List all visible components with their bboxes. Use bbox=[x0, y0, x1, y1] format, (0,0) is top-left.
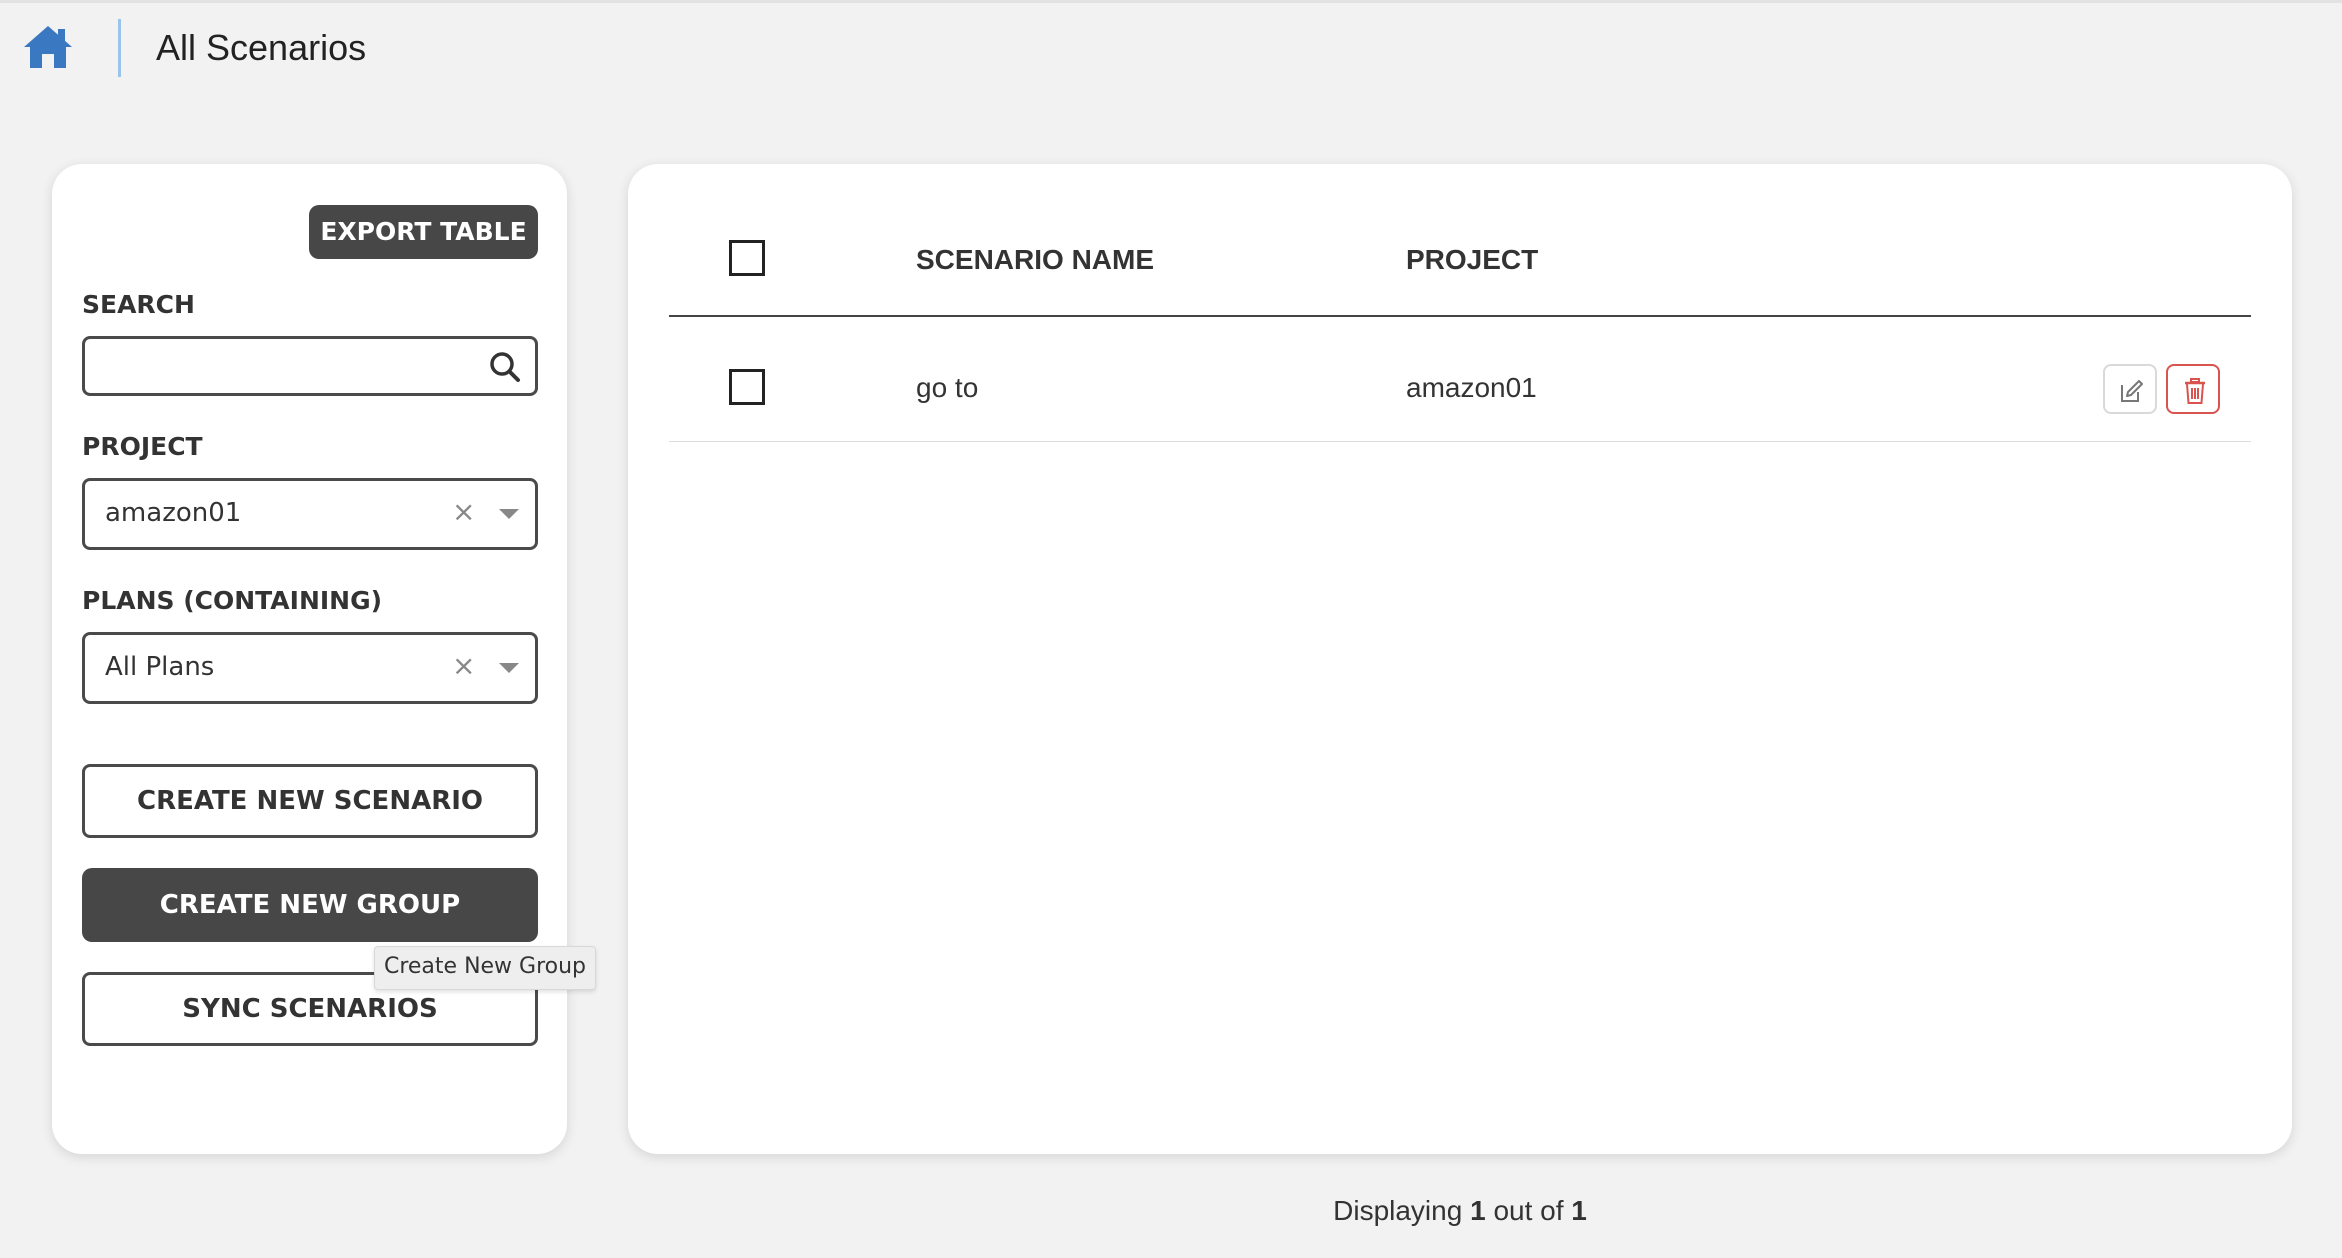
scenario-name-cell[interactable]: go to bbox=[916, 372, 978, 404]
pagination-prefix: Displaying bbox=[1333, 1195, 1463, 1226]
home-icon[interactable] bbox=[22, 23, 74, 71]
search-icon[interactable] bbox=[489, 351, 521, 383]
project-cell: amazon01 bbox=[1406, 372, 1537, 403]
project-chevron-down-icon[interactable] bbox=[499, 509, 519, 519]
column-header-project[interactable]: PROJECT bbox=[1406, 244, 1538, 276]
search-label: SEARCH bbox=[82, 290, 195, 319]
project-select-value: amazon01 bbox=[105, 498, 242, 528]
scenarios-table-panel: SCENARIO NAME PROJECT go to amazon01 bbox=[628, 164, 2292, 1154]
plans-clear-icon[interactable]: × bbox=[452, 649, 475, 682]
column-header-scenario-name[interactable]: SCENARIO NAME bbox=[916, 244, 1154, 276]
table-row-divider bbox=[669, 441, 2251, 442]
delete-icon bbox=[2185, 378, 2205, 404]
pagination-middle: out of bbox=[1493, 1195, 1564, 1226]
filter-panel: EXPORT TABLE SEARCH PROJECT amazon01 × P… bbox=[52, 164, 596, 1154]
export-table-button[interactable]: EXPORT TABLE bbox=[309, 205, 538, 259]
plans-label: PLANS (CONTAINING) bbox=[82, 586, 383, 615]
search-input[interactable] bbox=[95, 347, 479, 387]
select-all-checkbox[interactable] bbox=[729, 240, 765, 276]
header-divider bbox=[118, 19, 121, 77]
create-new-scenario-button[interactable]: CREATE NEW SCENARIO bbox=[82, 764, 538, 838]
pagination-shown-count: 1 bbox=[1470, 1195, 1486, 1226]
project-label: PROJECT bbox=[82, 432, 203, 461]
row-checkbox[interactable] bbox=[729, 369, 765, 405]
create-new-group-tooltip: Create New Group bbox=[374, 946, 596, 990]
page-title: All Scenarios bbox=[156, 27, 367, 68]
create-new-group-button[interactable]: CREATE NEW GROUP bbox=[82, 868, 538, 942]
project-clear-icon[interactable]: × bbox=[452, 495, 475, 528]
table-header-divider bbox=[669, 315, 2251, 317]
plans-chevron-down-icon[interactable] bbox=[499, 663, 519, 673]
plans-select-value: All Plans bbox=[105, 652, 215, 682]
project-select[interactable]: amazon01 × bbox=[82, 478, 538, 550]
edit-button[interactable] bbox=[2103, 364, 2157, 414]
edit-icon bbox=[2121, 380, 2143, 402]
plans-select[interactable]: All Plans × bbox=[82, 632, 538, 704]
pagination-summary: Displaying 1 out of 1 bbox=[0, 1195, 2342, 1227]
pagination-total-count: 1 bbox=[1571, 1195, 1587, 1226]
delete-button[interactable] bbox=[2166, 364, 2220, 414]
search-field bbox=[82, 336, 538, 396]
page-header: All Scenarios bbox=[0, 3, 2342, 93]
